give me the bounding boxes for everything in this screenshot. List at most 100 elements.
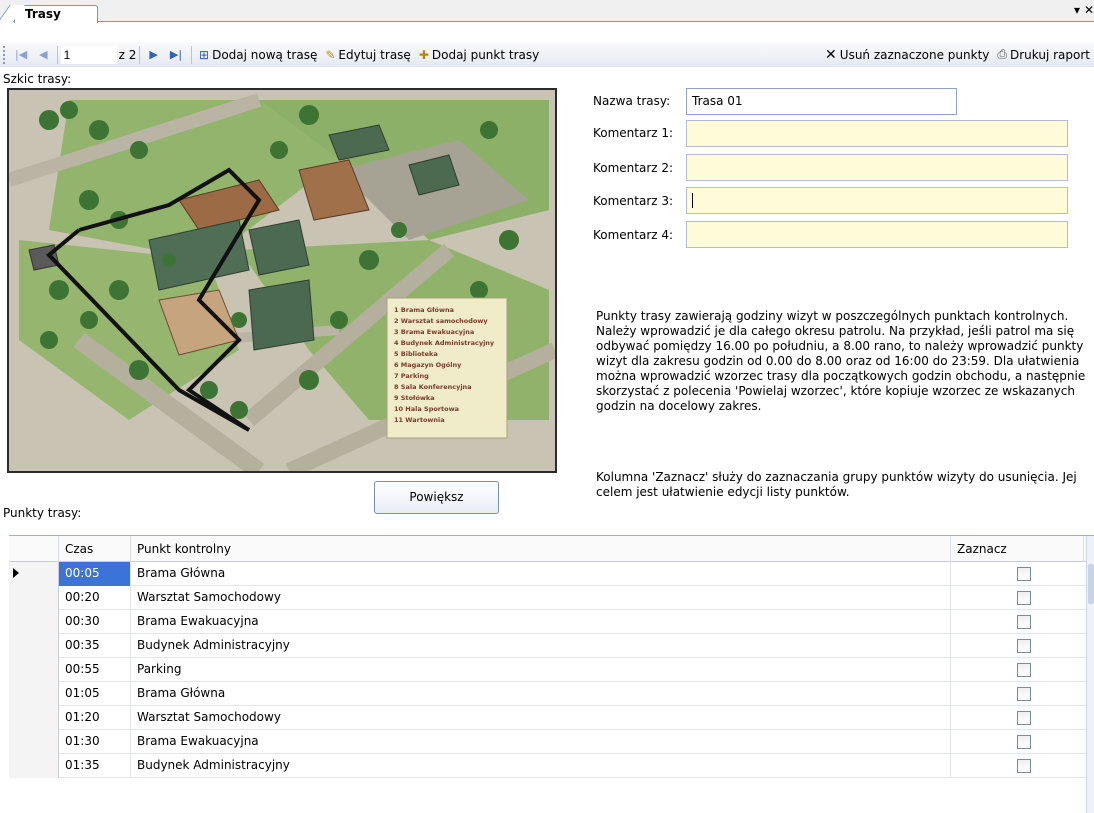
add-route-icon: ⊞ [199, 47, 210, 62]
table-row[interactable]: 01:30 Brama Ewakuacyjna [9, 730, 1094, 754]
comment1-field[interactable] [686, 120, 1068, 147]
next-record-icon[interactable]: ▶ [143, 48, 163, 61]
table-row[interactable]: 00:05 Brama Główna [9, 562, 1094, 586]
checkpoint-cell[interactable]: Brama Ewakuacyjna [131, 730, 951, 754]
legend-item: 11 Wartownia [394, 416, 445, 424]
time-cell[interactable]: 00:55 [59, 658, 131, 682]
toolbar: |◀ ◀ z 2 ▶ ▶| ⊞Dodaj nową trasę ✎Edytuj … [0, 42, 1094, 67]
time-cell[interactable]: 00:20 [59, 586, 131, 610]
row-header[interactable] [9, 682, 59, 706]
time-cell[interactable]: 00:05 [59, 562, 131, 586]
row-header[interactable] [9, 658, 59, 682]
edit-icon: ✎ [325, 47, 336, 62]
comment4-label: Komentarz 4: [593, 228, 674, 242]
comment4-field[interactable] [686, 221, 1068, 248]
pin-dropdown-icon[interactable]: ▾ [1074, 3, 1080, 17]
legend-item: 6 Magazyn Ogólny [394, 361, 462, 369]
first-record-icon[interactable]: |◀ [9, 48, 33, 61]
zoom-button[interactable]: Powiększ [374, 481, 499, 514]
row-header[interactable] [9, 754, 59, 778]
table-row[interactable]: 00:20 Warsztat Samochodowy [9, 586, 1094, 610]
delete-selected-label: Usuń zaznaczone punkty [839, 47, 990, 62]
time-cell[interactable]: 01:05 [59, 682, 131, 706]
comment1-label: Komentarz 1: [593, 126, 674, 140]
checkpoint-cell[interactable]: Budynek Administracyjny [131, 634, 951, 658]
row-header[interactable] [9, 706, 59, 730]
printer-icon: ⎙ [997, 47, 1007, 61]
route-name-value: Trasa 01 [692, 94, 743, 108]
time-cell[interactable]: 01:30 [59, 730, 131, 754]
checkpoint-cell[interactable]: Warsztat Samochodowy [131, 586, 951, 610]
edit-route-button[interactable]: ✎ Edytuj trasę [321, 44, 414, 66]
column-header-select[interactable]: Zaznacz [951, 536, 1084, 562]
text-caret [692, 193, 693, 208]
row-header[interactable] [9, 610, 59, 634]
comment2-label: Komentarz 2: [593, 161, 674, 175]
route-name-field[interactable]: Trasa 01 [686, 88, 957, 115]
scrollbar-thumb[interactable] [1088, 564, 1094, 604]
comment3-label: Komentarz 3: [593, 194, 674, 208]
points-label: Punkty trasy: [3, 506, 82, 520]
row-header-corner [9, 536, 59, 562]
checkpoint-cell[interactable]: Brama Główna [131, 682, 951, 706]
grid-header: Czas Punkt kontrolny Zaznacz [9, 536, 1094, 562]
toolbar-separator [191, 45, 193, 64]
add-route-label: Dodaj nową trasę [212, 47, 318, 62]
select-checkbox[interactable] [1017, 639, 1031, 653]
tab-label: Trasy [25, 7, 61, 21]
legend-item: 4 Budynek Administracyjny [394, 339, 495, 347]
edit-route-label: Edytuj trasę [338, 47, 411, 62]
checkpoint-cell[interactable]: Budynek Administracyjny [131, 754, 951, 778]
select-checkbox[interactable] [1017, 567, 1031, 581]
tab-trasy[interactable]: Trasy [14, 5, 98, 23]
select-checkbox[interactable] [1017, 687, 1031, 701]
checkpoint-cell[interactable]: Warsztat Samochodowy [131, 706, 951, 730]
select-checkbox[interactable] [1017, 591, 1031, 605]
row-header[interactable] [9, 562, 59, 586]
column-header-checkpoint[interactable]: Punkt kontrolny [131, 536, 951, 562]
legend-item: 10 Hala Sportowa [394, 405, 459, 413]
table-row[interactable]: 00:30 Brama Ewakuacyjna [9, 610, 1094, 634]
table-row[interactable]: 01:05 Brama Główna [9, 682, 1094, 706]
table-row[interactable]: 01:35 Budynek Administracyjny [9, 754, 1094, 778]
table-row[interactable]: 00:35 Budynek Administracyjny [9, 634, 1094, 658]
time-cell[interactable]: 01:20 [59, 706, 131, 730]
checkpoint-cell[interactable]: Brama Ewakuacyjna [131, 610, 951, 634]
comment2-field[interactable] [686, 154, 1068, 181]
checkpoint-cell[interactable]: Brama Główna [131, 562, 951, 586]
legend-item: 5 Biblioteka [394, 350, 438, 358]
select-checkbox[interactable] [1017, 663, 1031, 677]
add-route-button[interactable]: ⊞ Dodaj nową trasę [195, 44, 321, 66]
time-cell[interactable]: 00:30 [59, 610, 131, 634]
add-point-button[interactable]: ✚ Dodaj punkt trasy [415, 44, 543, 66]
record-position-input[interactable] [60, 45, 117, 64]
select-checkbox[interactable] [1017, 711, 1031, 725]
checkpoint-cell[interactable]: Parking [131, 658, 951, 682]
plus-icon: ✚ [418, 47, 429, 62]
table-row[interactable]: 00:55 Parking [9, 658, 1094, 682]
campus-map: 1 Brama Główna 2 Warsztat samochodowy 3 … [9, 90, 555, 471]
time-cell[interactable]: 00:35 [59, 634, 131, 658]
route-points-grid: Czas Punkt kontrolny Zaznacz 00:05 Brama… [9, 535, 1094, 813]
select-checkbox[interactable] [1017, 615, 1031, 629]
record-count-label: z 2 [118, 47, 137, 62]
last-record-icon[interactable]: ▶| [164, 48, 188, 61]
select-checkbox[interactable] [1017, 735, 1031, 749]
row-header[interactable] [9, 634, 59, 658]
delete-selected-button[interactable]: ✕ Usuń zaznaczone punkty [821, 44, 993, 66]
grid-vertical-scrollbar[interactable] [1086, 536, 1094, 813]
column-header-time[interactable]: Czas [59, 536, 131, 562]
current-row-arrow-icon [13, 568, 19, 578]
tab-strip: Trasy ▾ ✕ [0, 0, 1094, 23]
row-header[interactable] [9, 730, 59, 754]
table-row[interactable]: 01:20 Warsztat Samochodowy [9, 706, 1094, 730]
row-header[interactable] [9, 586, 59, 610]
toolbar-separator [56, 45, 58, 64]
previous-record-icon[interactable]: ◀ [33, 48, 53, 61]
print-report-button[interactable]: ⎙ Drukuj raport [993, 44, 1094, 66]
select-checkbox[interactable] [1017, 759, 1031, 773]
close-icon[interactable]: ✕ [1084, 3, 1094, 17]
comment3-field[interactable] [686, 187, 1068, 214]
time-cell[interactable]: 01:35 [59, 754, 131, 778]
toolbar-separator [139, 45, 141, 64]
